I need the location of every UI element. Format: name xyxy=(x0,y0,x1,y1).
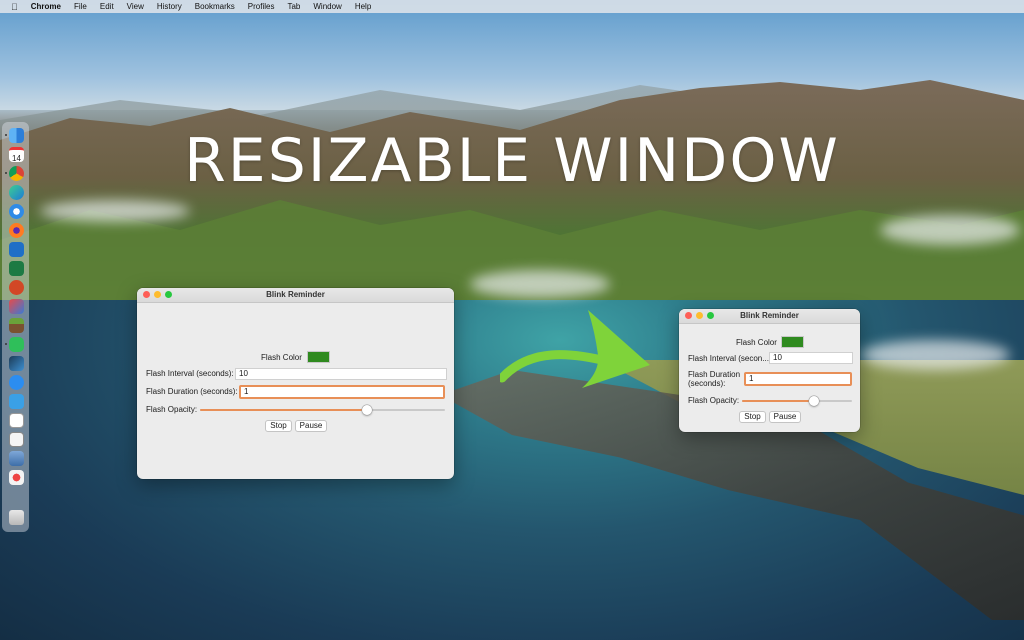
close-button[interactable] xyxy=(143,291,150,298)
running-indicator xyxy=(5,343,7,345)
preview-icon[interactable] xyxy=(9,470,24,485)
slider-knob[interactable] xyxy=(808,396,819,406)
pause-button[interactable]: Pause xyxy=(295,420,327,432)
menu-tab[interactable]: Tab xyxy=(287,2,300,11)
window-title: Blink Reminder xyxy=(266,290,325,299)
firefox-icon[interactable] xyxy=(9,223,24,238)
running-indicator xyxy=(5,172,7,174)
flash-color-swatch[interactable] xyxy=(307,351,330,363)
cursor-icon[interactable] xyxy=(9,337,24,352)
flash-interval-label: Flash Interval (seconds): xyxy=(146,369,234,378)
powerpoint-icon[interactable] xyxy=(9,280,24,295)
flash-opacity-slider[interactable] xyxy=(200,409,445,411)
flash-opacity-slider[interactable] xyxy=(742,400,852,402)
flash-duration-label: Flash Duration (seconds): xyxy=(146,387,238,396)
trash-icon[interactable] xyxy=(9,510,24,525)
menu-app-name[interactable]: Chrome xyxy=(31,2,61,11)
scanner-icon[interactable] xyxy=(9,413,24,428)
menu-bar:  Chrome File Edit View History Bookmark… xyxy=(0,0,1024,13)
flash-duration-label-line1: Flash Duration xyxy=(688,370,741,379)
finder-tool-icon[interactable] xyxy=(9,432,24,447)
outlook-icon[interactable] xyxy=(9,242,24,257)
flash-color-swatch[interactable] xyxy=(781,336,804,348)
menu-window[interactable]: Window xyxy=(313,2,341,11)
edge-icon[interactable] xyxy=(9,185,24,200)
flash-duration-label-line2: (seconds): xyxy=(688,379,726,388)
window-title: Blink Reminder xyxy=(740,311,799,320)
calendar-icon[interactable]: 14 xyxy=(9,147,24,163)
headline: RESIZABLE WINDOW xyxy=(184,126,840,196)
traffic-lights xyxy=(685,312,714,319)
menu-profiles[interactable]: Profiles xyxy=(248,2,275,11)
flash-color-label: Flash Color xyxy=(736,338,777,347)
finder-icon[interactable] xyxy=(9,128,24,143)
flash-duration-input[interactable]: 1 xyxy=(744,372,852,386)
window-titlebar[interactable]: Blink Reminder xyxy=(679,309,860,324)
minimize-button[interactable] xyxy=(696,312,703,319)
flash-duration-input[interactable]: 1 xyxy=(239,385,445,399)
cloud xyxy=(470,270,610,298)
flash-interval-input[interactable]: 10 xyxy=(769,352,853,364)
running-indicator xyxy=(5,134,7,136)
slider-knob[interactable] xyxy=(361,405,372,415)
safari-icon[interactable] xyxy=(9,204,24,219)
menu-history[interactable]: History xyxy=(157,2,182,11)
flash-interval-label: Flash Interval (secon... xyxy=(688,354,769,363)
app-store-icon[interactable] xyxy=(9,375,24,390)
xcode-icon[interactable] xyxy=(9,356,24,371)
scanner-icon[interactable] xyxy=(9,451,24,466)
blink-reminder-window-small: Blink Reminder Flash Color Flash Interva… xyxy=(679,309,860,432)
flash-opacity-label: Flash Opacity: xyxy=(688,396,740,405)
slider-fill xyxy=(200,409,367,411)
zoom-button[interactable] xyxy=(707,312,714,319)
zoom-button[interactable] xyxy=(165,291,172,298)
excel-icon[interactable] xyxy=(9,261,24,276)
flash-color-label: Flash Color xyxy=(261,353,302,362)
finder-tool-icon[interactable] xyxy=(9,394,24,409)
cloud xyxy=(40,200,190,222)
pause-button[interactable]: Pause xyxy=(769,411,801,423)
blink-reminder-window-large: Blink Reminder Flash Color Flash Interva… xyxy=(137,288,454,479)
cloud xyxy=(880,215,1020,245)
flash-interval-input[interactable]: 10 xyxy=(235,368,447,380)
cloud xyxy=(860,340,1010,370)
menu-view[interactable]: View xyxy=(127,2,144,11)
slider-fill xyxy=(742,400,814,402)
flash-opacity-label: Flash Opacity: xyxy=(146,405,198,414)
menu-help[interactable]: Help xyxy=(355,2,371,11)
stop-button[interactable]: Stop xyxy=(739,411,766,423)
screenshot-icon[interactable] xyxy=(9,299,24,314)
arrow-graphic xyxy=(500,310,650,388)
menu-file[interactable]: File xyxy=(74,2,87,11)
minecraft-icon[interactable] xyxy=(9,318,24,333)
close-button[interactable] xyxy=(685,312,692,319)
menu-edit[interactable]: Edit xyxy=(100,2,114,11)
menu-bookmarks[interactable]: Bookmarks xyxy=(195,2,235,11)
stop-button[interactable]: Stop xyxy=(265,420,292,432)
traffic-lights xyxy=(143,291,172,298)
apple-menu-icon[interactable]:  xyxy=(11,2,18,12)
window-titlebar[interactable]: Blink Reminder xyxy=(137,288,454,303)
chrome-icon[interactable] xyxy=(9,166,24,181)
dock: 14 xyxy=(2,122,29,532)
minimize-button[interactable] xyxy=(154,291,161,298)
